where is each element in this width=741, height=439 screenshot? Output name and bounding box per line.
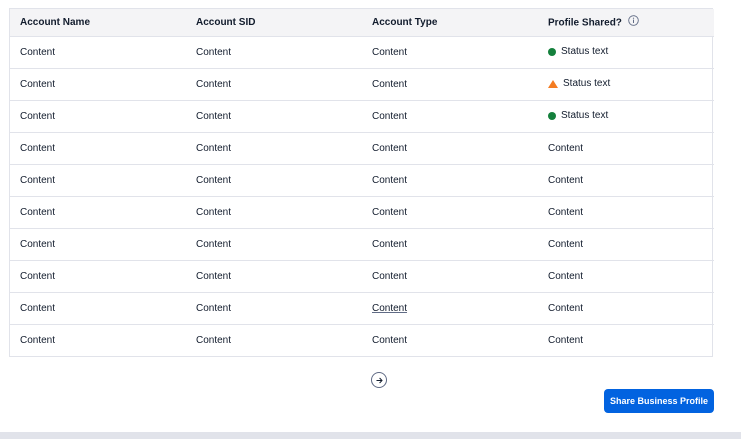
accounts-table: Account Name Account SID Account Type Pr… xyxy=(9,8,714,357)
status-text: Status text xyxy=(563,78,611,90)
cell-account-name: Content xyxy=(10,100,186,133)
cell-profile-shared: Content xyxy=(538,292,714,325)
cell-profile-shared: Status text xyxy=(538,36,714,69)
cell-profile-shared: Content xyxy=(538,196,714,229)
cell-account-name: Content xyxy=(20,335,56,346)
cell-account-sid: Content xyxy=(186,196,362,229)
cell-account-type: Content xyxy=(362,164,538,197)
cell-account-sid: Content xyxy=(186,292,362,325)
status: Status text xyxy=(548,110,608,121)
status-text: Status text xyxy=(561,46,609,58)
cell-profile-shared: Status text xyxy=(538,100,714,133)
cell-account-sid: Content xyxy=(186,164,362,197)
cell-account-name: Content xyxy=(10,196,186,229)
cell-account-sid: Content xyxy=(196,335,232,346)
cell-account-name: Content xyxy=(10,132,186,165)
status: Status text xyxy=(548,78,610,89)
cell-account-name: Content xyxy=(10,228,186,261)
header-account-sid: Account SID xyxy=(186,9,362,37)
warning-triangle-icon xyxy=(548,79,558,88)
table-row: Content Content Content Content xyxy=(10,132,714,165)
cell-account-sid: Content xyxy=(186,68,362,101)
header-account-type: Account Type xyxy=(362,9,538,37)
header-profile-shared: Profile Shared? xyxy=(538,9,714,37)
cell-account-sid: Content xyxy=(186,228,362,261)
cell-profile-shared: Content xyxy=(538,260,714,293)
success-dot-icon xyxy=(548,111,556,120)
share-business-profile-button[interactable]: Share Business Profile xyxy=(604,389,714,413)
cell-account-type: Content xyxy=(372,335,408,346)
table-row: Content Content Content Content xyxy=(10,292,714,325)
table-row: Content Content Content Status text xyxy=(10,36,714,69)
header-account-name: Account Name xyxy=(10,9,186,37)
cell-account-sid: Content xyxy=(186,260,362,293)
cell-profile-shared: Content xyxy=(538,132,714,165)
info-icon[interactable] xyxy=(627,14,639,29)
cell-account-sid: Content xyxy=(186,132,362,165)
table-row: Content Content Content Status text xyxy=(10,100,714,133)
cell-account-type: Content xyxy=(362,100,538,133)
cell-profile-shared: Status text xyxy=(538,68,714,101)
cell-profile-shared: Content xyxy=(538,164,714,197)
cell-account-sid: Content xyxy=(186,36,362,69)
table-row: Content Content Content Content xyxy=(10,228,714,261)
cell-account-type: Content xyxy=(362,292,538,325)
cell-account-name: Content xyxy=(10,68,186,101)
status-text: Status text xyxy=(561,110,609,122)
account-type-link[interactable]: Content xyxy=(372,303,407,314)
cell-account-name: Content xyxy=(10,164,186,197)
cell-account-type: Content xyxy=(362,36,538,69)
cell-account-name: Content xyxy=(10,36,186,69)
bottom-bar xyxy=(0,432,741,439)
table-row: Content Content Content Content xyxy=(10,196,714,229)
table-row: Content Content Content Content xyxy=(10,260,714,293)
cell-account-sid: Content xyxy=(186,100,362,133)
cell-account-type: Content xyxy=(362,228,538,261)
table-row: Content Content Content Status text xyxy=(10,68,714,101)
cell-account-type: Content xyxy=(362,260,538,293)
cell-account-type: Content xyxy=(362,132,538,165)
page: Account Name Account SID Account Type Pr… xyxy=(0,0,741,439)
table-header-row: Account Name Account SID Account Type Pr… xyxy=(10,9,714,37)
success-dot-icon xyxy=(548,47,556,56)
cell-account-type: Content xyxy=(362,68,538,101)
table-row: Content Content Content Content xyxy=(10,325,714,357)
header-profile-shared-label: Profile Shared? xyxy=(548,17,622,29)
next-page-button[interactable] xyxy=(371,372,387,388)
arrow-right-icon xyxy=(375,376,384,385)
cell-profile-shared: Content xyxy=(538,228,714,261)
cell-account-name: Content xyxy=(10,292,186,325)
cell-account-type: Content xyxy=(362,196,538,229)
cell-profile-shared: Content xyxy=(548,335,584,346)
cell-account-name: Content xyxy=(10,260,186,293)
status: Status text xyxy=(548,46,608,57)
table-row: Content Content Content Content xyxy=(10,164,714,197)
